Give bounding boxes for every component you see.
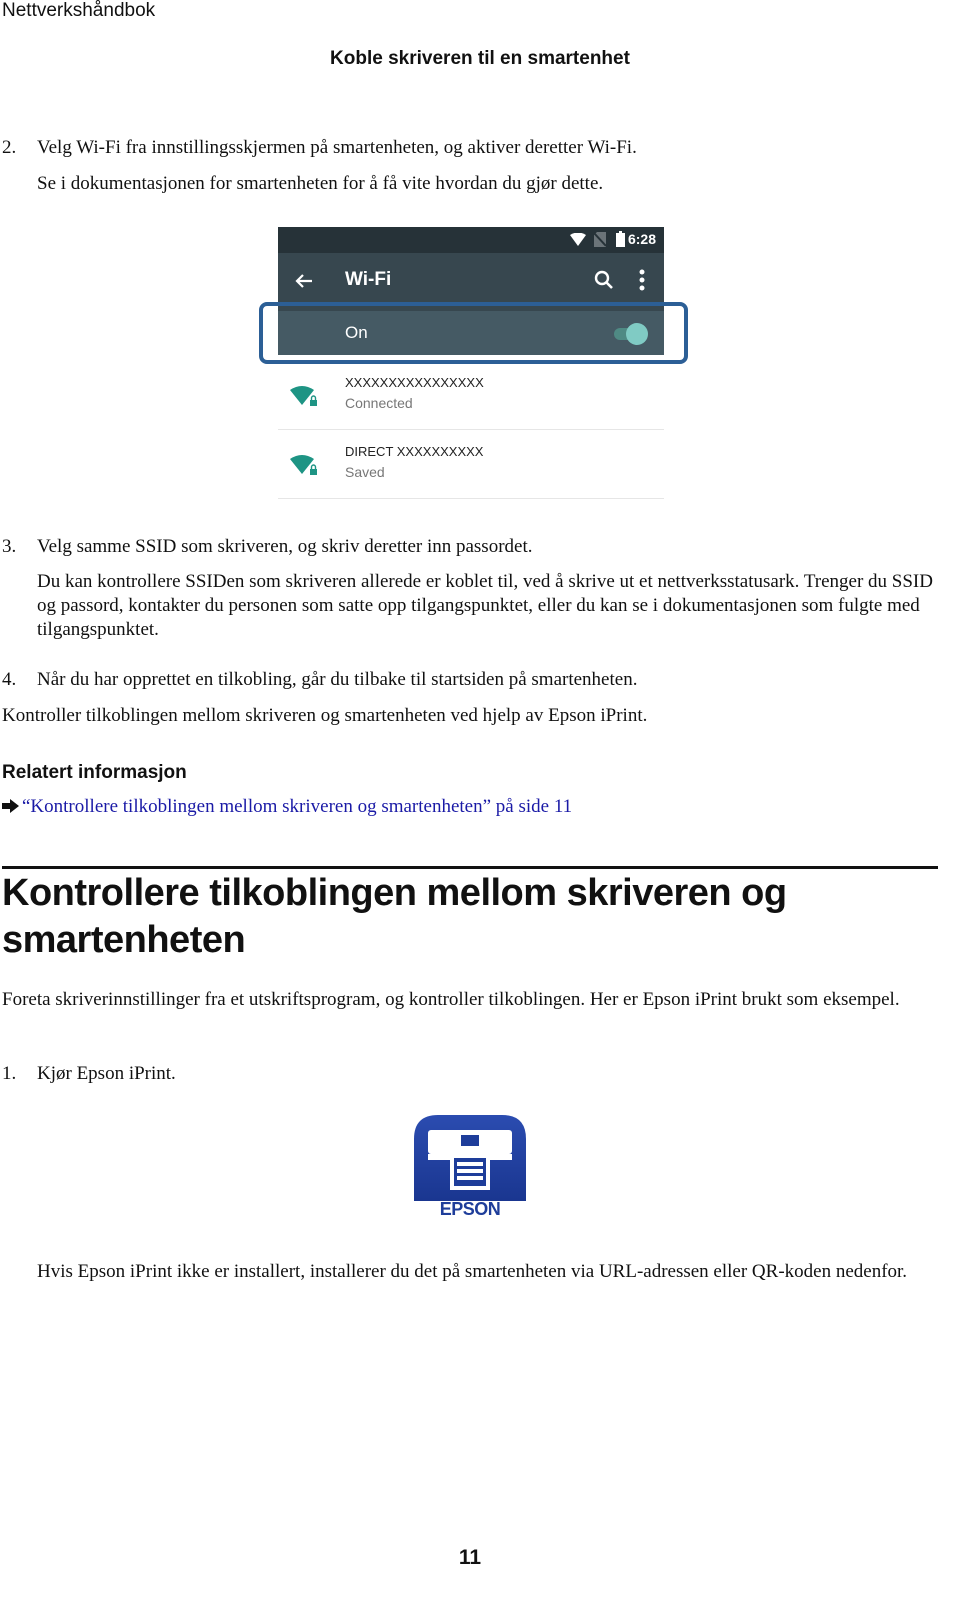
- status-time: 6:28: [627, 231, 656, 247]
- network-status: Connected: [345, 395, 413, 411]
- network-name: XXXXXXXXXXXXXXXX: [345, 375, 484, 390]
- section-intro: Foreta skriverinnstillinger fra et utskr…: [2, 989, 900, 1010]
- section-heading: Kontrollere tilkoblingen mellom skrivere…: [2, 872, 787, 961]
- install-note: Hvis Epson iPrint ikke er installert, in…: [37, 1261, 908, 1282]
- network-status: Saved: [345, 464, 385, 480]
- network-list-item[interactable]: DIRECT XXXXXXXXXX Saved: [278, 432, 664, 499]
- section-divider: [2, 866, 938, 869]
- step-text: Når du har opprettet en tilkobling, går …: [37, 669, 638, 690]
- related-info-title: Relatert informasjon: [2, 762, 187, 783]
- step-3: 3. Velg samme SSID som skriveren, og skr…: [0, 535, 960, 559]
- step-number: 4.: [2, 669, 17, 690]
- step-text: Velg Wi-Fi fra innstillingsskjermen på s…: [37, 137, 637, 158]
- search-icon[interactable]: [594, 270, 614, 290]
- step-text: Kjør Epson iPrint.: [37, 1063, 176, 1084]
- step-1: 1. Kjør Epson iPrint.: [0, 1062, 960, 1086]
- toolbar-title: Wi-Fi: [345, 269, 392, 290]
- battery-icon: [616, 231, 625, 247]
- step-2-note: Se i dokumentasjonen for smartenheten fo…: [37, 173, 604, 194]
- step-3-note: Du kan kontrollere SSIDen som skriveren …: [37, 571, 933, 640]
- step-number: 1.: [2, 1063, 17, 1084]
- step-number: 3.: [2, 536, 17, 557]
- no-sim-icon: [594, 232, 606, 247]
- step-text: Velg samme SSID som skriveren, og skriv …: [37, 536, 533, 557]
- back-arrow-icon[interactable]: [295, 273, 313, 289]
- toggle-highlight-frame: [259, 302, 688, 364]
- step-2: 2. Velg Wi-Fi fra innstillingsskjermen p…: [0, 136, 960, 160]
- arrow-right-icon: [2, 799, 19, 813]
- wifi-locked-icon: [290, 386, 317, 406]
- page-number: 11: [458, 1546, 482, 1569]
- network-name: DIRECT XXXXXXXXXX: [345, 444, 484, 459]
- related-link[interactable]: “Kontrollere tilkoblingen mellom skriver…: [2, 796, 572, 818]
- section-title: Koble skriveren til en smartenhet: [330, 48, 630, 69]
- wifi-signal-icon: [570, 233, 586, 246]
- network-list-item[interactable]: XXXXXXXXXXXXXXXX Connected: [278, 363, 664, 430]
- step-number: 2.: [2, 137, 17, 158]
- epson-label: EPSON: [439, 1199, 501, 1219]
- step-4: 4. Når du har opprettet en tilkobling, g…: [0, 668, 960, 692]
- after-steps-text: Kontroller tilkoblingen mellom skriveren…: [2, 705, 648, 726]
- related-link-text[interactable]: “Kontrollere tilkoblingen mellom skriver…: [22, 796, 572, 817]
- status-bar: 6:28: [278, 227, 664, 253]
- wifi-locked-icon: [290, 455, 317, 475]
- printer-icon: [414, 1115, 526, 1201]
- epson-iprint-app-icon: EPSON: [414, 1115, 526, 1223]
- running-head: Nettverkshåndbok: [2, 0, 156, 21]
- more-options-icon[interactable]: [639, 269, 645, 291]
